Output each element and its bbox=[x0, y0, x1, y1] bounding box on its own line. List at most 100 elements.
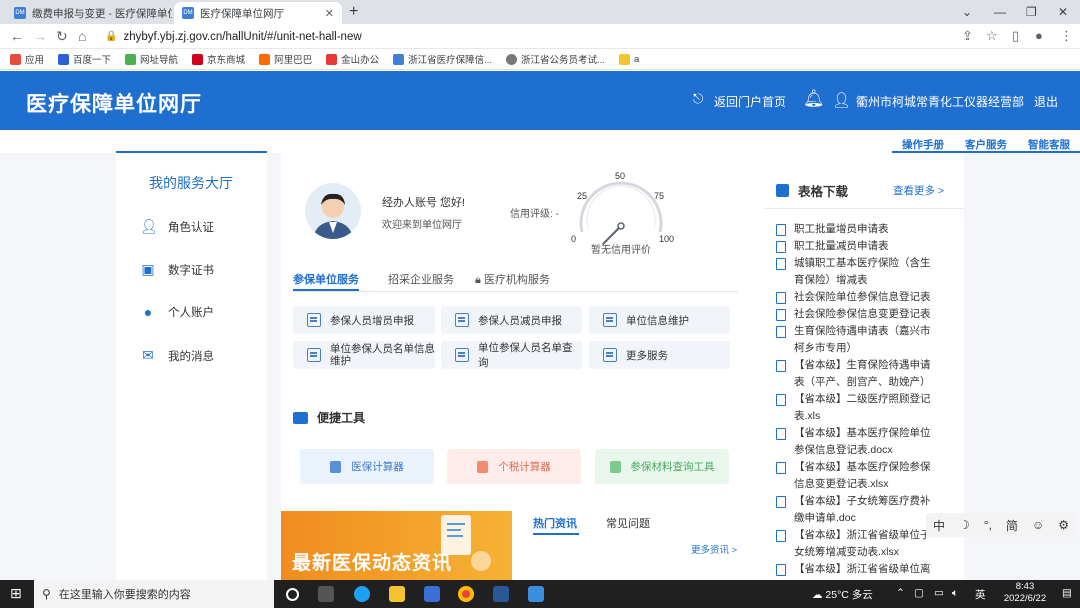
clock[interactable]: 8:43 2022/6/22 bbox=[1000, 581, 1050, 605]
network-icon[interactable]: ▭ bbox=[934, 587, 944, 599]
bookmark-item[interactable]: 百度一下 bbox=[58, 52, 111, 66]
forward-icon[interactable]: → bbox=[33, 27, 47, 45]
menu-icon[interactable]: ⋮ bbox=[1060, 28, 1073, 44]
ime-simplified-button[interactable]: 简 bbox=[1006, 517, 1018, 534]
form-download-item[interactable]: 【省本级】基本医疗保险参保信息变更登记表.xlsx bbox=[776, 459, 936, 493]
chrome-icon[interactable] bbox=[458, 586, 474, 602]
ime-mode-button[interactable]: 中 bbox=[933, 517, 945, 534]
bookmark-star-icon[interactable]: ☆ bbox=[986, 28, 998, 44]
view-more-forms-link[interactable]: 查看更多 > bbox=[893, 183, 944, 198]
url-field[interactable]: 🔒 zhybyf.ybj.zj.gov.cn/hallUnit/#/unit-n… bbox=[97, 26, 997, 47]
form-download-item[interactable]: 【省本级】浙江省省级单位子女统筹增减变动表.xlsx bbox=[776, 527, 936, 561]
service-more[interactable]: 更多服务 bbox=[589, 341, 730, 369]
form-download-item[interactable]: 【省本级】子女统筹医疗费补缴申请单.doc bbox=[776, 493, 936, 527]
windows-start-icon[interactable]: ⊞ bbox=[10, 585, 22, 602]
bookmark-item[interactable]: 浙江省医疗保障信... bbox=[393, 52, 492, 66]
service-member-list-query[interactable]: 单位参保人员名单查询 bbox=[441, 341, 582, 369]
bookmark-item[interactable]: 浙江省公务员考试... bbox=[506, 52, 605, 66]
materials-query-button[interactable]: 参保材料查询工具 bbox=[595, 449, 729, 484]
form-download-item[interactable]: 城镇职工基本医疗保险（含生育保险）增减表 bbox=[776, 255, 936, 289]
browser-tab-1[interactable]: DM 缴费申报与变更 - 医疗保障单位网 ✕ bbox=[6, 2, 172, 24]
form-download-item[interactable]: 生育保险待遇申请表（嘉兴市柯乡市专用） bbox=[776, 323, 936, 357]
edge-icon[interactable] bbox=[354, 586, 370, 602]
service-member-list-maintain[interactable]: 单位参保人员名单信息维护 bbox=[293, 341, 435, 369]
smart-service-link[interactable]: 智能客服 bbox=[1028, 137, 1070, 152]
language-indicator[interactable]: 英 bbox=[975, 587, 986, 602]
tray-app-icon[interactable]: ▢ bbox=[914, 587, 924, 599]
reload-icon[interactable]: ↻ bbox=[56, 27, 68, 45]
service-unit-info[interactable]: 单位信息维护 bbox=[589, 306, 730, 334]
medical-calculator-button[interactable]: 医保计算器 bbox=[300, 449, 434, 484]
form-download-item[interactable]: 社会保险参保信息变更登记表 bbox=[776, 306, 936, 323]
sidebar-item-account[interactable]: ● 个人账户 bbox=[140, 304, 214, 320]
browser-tab-2[interactable]: DM 医疗保障单位网厅 ✕ bbox=[174, 2, 342, 24]
bookmark-item[interactable]: 阿里巴巴 bbox=[259, 52, 312, 66]
bookmark-item[interactable]: 京东商城 bbox=[192, 52, 245, 66]
service-add-member[interactable]: 参保人员增员申报 bbox=[293, 306, 435, 334]
close-window-button[interactable]: ✕ bbox=[1058, 0, 1068, 24]
ime-punct-button[interactable]: °, bbox=[984, 518, 992, 532]
bookmark-item[interactable]: 网址导航 bbox=[125, 52, 178, 66]
file-explorer-icon[interactable] bbox=[389, 586, 405, 602]
bookmark-item[interactable]: 金山办公 bbox=[326, 52, 379, 66]
tab-title: 医疗保障单位网厅 bbox=[200, 7, 284, 20]
document-icon bbox=[776, 309, 786, 321]
customer-service-link[interactable]: 客户服务 bbox=[965, 137, 1007, 152]
store-icon[interactable] bbox=[424, 586, 440, 602]
task-view-icon[interactable] bbox=[318, 586, 334, 602]
close-tab-icon[interactable]: ✕ bbox=[325, 7, 334, 20]
manual-link[interactable]: 操作手册 bbox=[902, 137, 944, 152]
tab-title: 缴费申报与变更 - 医疗保障单位网 bbox=[32, 7, 172, 20]
sidebar-item-messages[interactable]: ✉ 我的消息 bbox=[140, 347, 214, 364]
volume-icon[interactable]: 🔈︎ bbox=[952, 587, 958, 600]
tab-insured-unit[interactable]: 参保单位服务 bbox=[293, 271, 359, 287]
notifications-icon[interactable]: ▤ bbox=[1062, 587, 1072, 599]
company-name[interactable]: 衢州市柯城常青化工仪器经营部 bbox=[856, 93, 1024, 110]
cortana-icon[interactable] bbox=[286, 588, 299, 601]
app-icon[interactable] bbox=[528, 586, 544, 602]
home-icon[interactable]: ⌂ bbox=[78, 27, 86, 45]
form-download-item[interactable]: 职工批量增员申请表 bbox=[776, 221, 936, 238]
service-remove-member[interactable]: 参保人员减员申报 bbox=[441, 306, 582, 334]
return-home-link[interactable]: 返回门户首页 bbox=[714, 93, 786, 110]
document-icon bbox=[776, 530, 786, 542]
tax-calculator-button[interactable]: 个税计算器 bbox=[447, 449, 581, 484]
sidebar-item-role[interactable]: 👤︎ 角色认证 bbox=[140, 218, 214, 235]
tab-procurement[interactable]: 招采企业服务 bbox=[388, 271, 454, 287]
ime-settings-icon[interactable]: ⚙ bbox=[1058, 518, 1069, 532]
new-tab-button[interactable]: + bbox=[349, 2, 358, 22]
back-icon[interactable]: ← bbox=[10, 27, 24, 45]
sidepanel-icon[interactable]: ▯ bbox=[1012, 28, 1019, 44]
tab-faq[interactable]: 常见问题 bbox=[606, 515, 650, 531]
weather-widget[interactable]: ☁ 25°C 多云 bbox=[812, 587, 873, 602]
form-download-item[interactable]: 社会保险单位参保信息登记表 bbox=[776, 289, 936, 306]
tab-medical-institution[interactable]: 🔒︎ 医疗机构服务 bbox=[475, 271, 550, 287]
form-download-item[interactable]: 职工批量减员申请表 bbox=[776, 238, 936, 255]
service-label: 单位信息维护 bbox=[626, 314, 689, 327]
more-news-link[interactable]: 更多资讯 > bbox=[691, 542, 737, 556]
form-download-item[interactable]: 【省本级】基本医疗保险单位参保信息登记表.docx bbox=[776, 425, 936, 459]
minimize-button[interactable]: — bbox=[994, 0, 1006, 24]
bell-icon[interactable]: 🔔︎ bbox=[803, 89, 825, 109]
tray-chevron-icon[interactable]: ⌃ bbox=[896, 587, 905, 599]
news-banner[interactable]: 最新医保动态资讯 bbox=[281, 511, 512, 581]
ime-emoji-icon[interactable]: ☺ bbox=[1032, 518, 1044, 532]
bookmark-item[interactable]: a bbox=[618, 53, 639, 65]
form-download-item[interactable]: 【省本级】浙江省省级单位离休 bbox=[776, 561, 936, 578]
profile-avatar-icon[interactable]: ● bbox=[1035, 28, 1043, 44]
ime-moon-icon[interactable]: ☽ bbox=[959, 518, 970, 532]
word-icon[interactable] bbox=[493, 586, 509, 602]
tool-label: 医保计算器 bbox=[351, 461, 404, 473]
taskbar-search-field[interactable]: ⚲ 在这里输入你要搜索的内容 bbox=[34, 580, 274, 608]
form-download-item[interactable]: 【省本级】二级医疗照顾登记表.xls bbox=[776, 391, 936, 425]
tab-search-icon[interactable]: ⌄ bbox=[962, 0, 972, 24]
form-title: 【省本级】基本医疗保险单位参保信息登记表.docx bbox=[794, 427, 931, 456]
site-favicon-icon: DM bbox=[14, 7, 26, 19]
bookmark-item[interactable]: 应用 bbox=[10, 52, 44, 66]
sidebar-item-certificate[interactable]: ▣ 数字证书 bbox=[140, 261, 214, 278]
logout-link[interactable]: 退出 bbox=[1034, 93, 1058, 110]
form-download-item[interactable]: 【省本级】生育保险待遇申请表（平产、剖宫产、助娩产） bbox=[776, 357, 936, 391]
tab-hot-news[interactable]: 热门资讯 bbox=[533, 515, 577, 531]
maximize-button[interactable]: ❐ bbox=[1026, 0, 1037, 24]
share-icon[interactable]: ⇪ bbox=[962, 28, 973, 44]
